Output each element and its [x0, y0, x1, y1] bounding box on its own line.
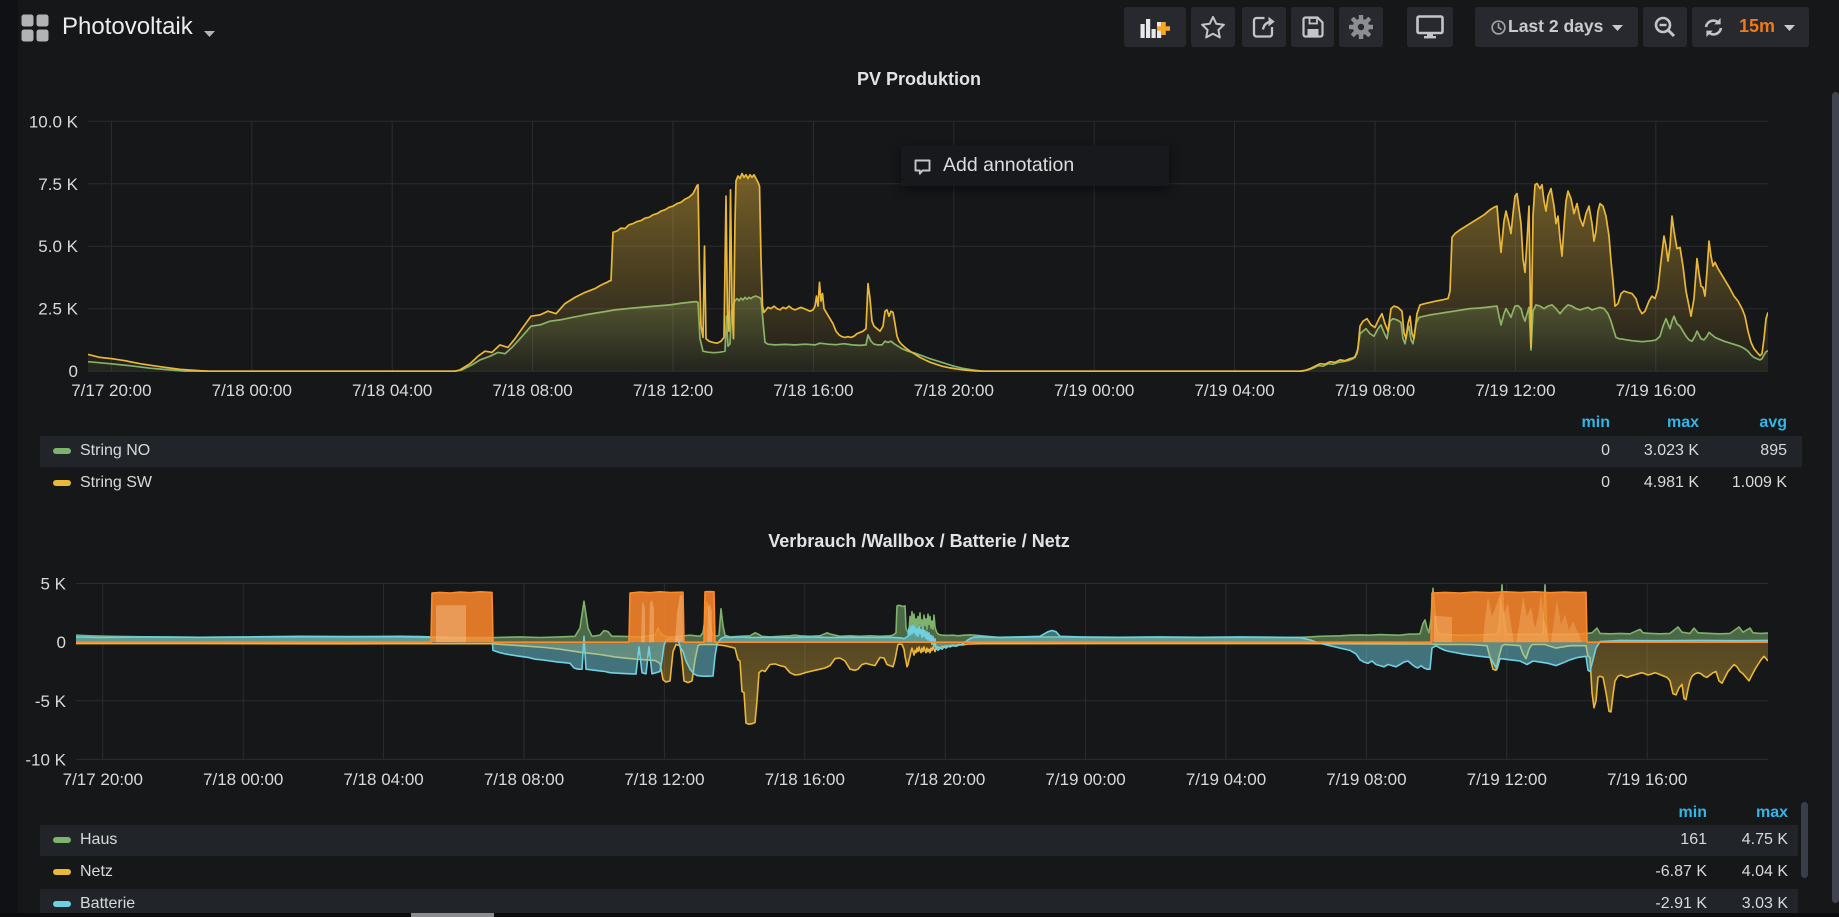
svg-text:-10 K: -10 K: [25, 750, 66, 769]
svg-text:7.5 K: 7.5 K: [38, 175, 78, 194]
svg-text:5.0 K: 5.0 K: [38, 237, 78, 256]
svg-text:7/19 08:00: 7/19 08:00: [1335, 381, 1415, 400]
svg-text:5 K: 5 K: [40, 575, 66, 594]
svg-text:7/19 08:00: 7/19 08:00: [1326, 770, 1406, 789]
svg-text:7/19 16:00: 7/19 16:00: [1616, 381, 1696, 400]
svg-text:7/18 08:00: 7/18 08:00: [492, 381, 572, 400]
svg-text:7/19 04:00: 7/19 04:00: [1186, 770, 1266, 789]
svg-text:2.5 K: 2.5 K: [38, 300, 78, 319]
svg-text:7/18 12:00: 7/18 12:00: [633, 381, 713, 400]
svg-text:PV Produktion: PV Produktion: [857, 69, 981, 89]
svg-text:7/18 16:00: 7/18 16:00: [765, 770, 845, 789]
svg-text:7/18 04:00: 7/18 04:00: [343, 770, 423, 789]
svg-text:7/19 00:00: 7/19 00:00: [1054, 381, 1134, 400]
svg-text:7/18 16:00: 7/18 16:00: [773, 381, 853, 400]
svg-text:Verbrauch /Wallbox / Batterie: Verbrauch /Wallbox / Batterie / Netz: [768, 531, 1069, 551]
svg-text:7/18 20:00: 7/18 20:00: [914, 381, 994, 400]
svg-text:10.0 K: 10.0 K: [29, 112, 79, 131]
svg-text:7/17 20:00: 7/17 20:00: [63, 770, 143, 789]
svg-text:7/18 20:00: 7/18 20:00: [905, 770, 985, 789]
svg-text:0: 0: [69, 362, 78, 381]
svg-text:-5 K: -5 K: [35, 692, 67, 711]
svg-text:7/19 16:00: 7/19 16:00: [1607, 770, 1687, 789]
svg-text:7/19 12:00: 7/19 12:00: [1467, 770, 1547, 789]
svg-text:7/19 04:00: 7/19 04:00: [1194, 381, 1274, 400]
svg-text:7/18 00:00: 7/18 00:00: [203, 770, 283, 789]
svg-text:7/18 04:00: 7/18 04:00: [352, 381, 432, 400]
svg-text:7/18 08:00: 7/18 08:00: [484, 770, 564, 789]
svg-text:7/18 12:00: 7/18 12:00: [624, 770, 704, 789]
svg-text:7/19 00:00: 7/19 00:00: [1045, 770, 1125, 789]
svg-text:7/19 12:00: 7/19 12:00: [1475, 381, 1555, 400]
svg-text:7/18 00:00: 7/18 00:00: [212, 381, 292, 400]
svg-text:0: 0: [57, 633, 66, 652]
svg-text:7/17 20:00: 7/17 20:00: [71, 381, 151, 400]
